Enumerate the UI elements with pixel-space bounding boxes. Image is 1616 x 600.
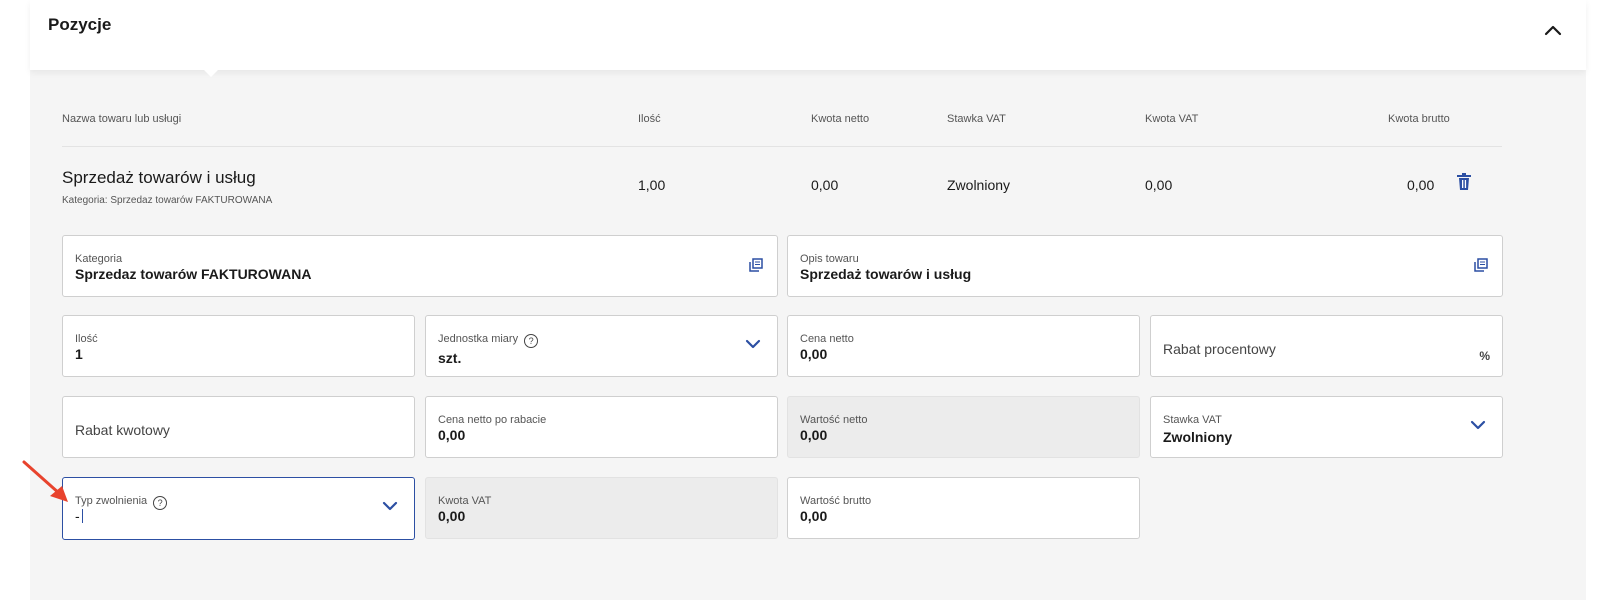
quantity-label: Ilość: [75, 333, 98, 345]
red-arrow-icon: [22, 460, 68, 502]
net-price-label: Cena netto: [800, 333, 854, 345]
item-name: Sprzedaż towarów i usług: [62, 168, 256, 187]
gross-value-value: 0,00: [800, 508, 828, 524]
trash-icon[interactable]: [1457, 173, 1471, 190]
header-qty: Ilość: [638, 113, 661, 125]
info-icon[interactable]: ?: [153, 496, 168, 510]
item-vat-rate: Zwolniony: [947, 177, 1011, 193]
net-value-value: 0,00: [800, 427, 828, 443]
quantity-value: 1: [75, 346, 83, 362]
text-caret: [81, 509, 83, 523]
exemption-type-select[interactable]: Typ zwolnienia? -: [62, 477, 415, 540]
percent-discount-field[interactable]: Rabat procentowy %: [1150, 315, 1503, 377]
quantity-field[interactable]: Ilość 1: [62, 315, 415, 377]
item-category: Kategoria: Sprzedaz towarów FAKTUROWANA: [62, 195, 273, 206]
item-net: 0,00: [811, 177, 839, 193]
header-gross: Kwota brutto: [1388, 113, 1450, 125]
net-after-discount-label: Cena netto po rabacie: [438, 414, 547, 426]
description-field[interactable]: Opis towaru Sprzedaż towarów i usług: [787, 235, 1503, 297]
net-value-label: Wartość netto: [800, 414, 868, 426]
chevron-down-icon[interactable]: [745, 339, 761, 350]
net-after-discount-field[interactable]: Cena netto po rabacie 0,00: [425, 396, 778, 458]
header-name: Nazwa towaru lub usługi: [62, 113, 182, 125]
net-value-field: Wartość netto 0,00: [787, 396, 1140, 458]
vat-amount-field: Kwota VAT 0,00: [425, 477, 778, 539]
header-vat-rate: Stawka VAT: [947, 113, 1006, 125]
divider: [62, 146, 1502, 147]
vat-rate-select[interactable]: Stawka VAT Zwolniony: [1150, 396, 1503, 458]
vat-amount-label: Kwota VAT: [438, 495, 492, 507]
vat-rate-label: Stawka VAT: [1163, 414, 1222, 426]
unit-label: Jednostka miary: [438, 333, 519, 345]
gross-value-field[interactable]: Wartość brutto 0,00: [787, 477, 1140, 539]
description-label: Opis towaru: [800, 253, 859, 265]
unit-select[interactable]: Jednostka miary? szt.: [425, 315, 778, 377]
vat-rate-value: Zwolniony: [1163, 429, 1233, 445]
percent-suffix: %: [1479, 349, 1490, 363]
category-label: Kategoria: [75, 253, 123, 265]
chevron-down-icon[interactable]: [382, 501, 398, 512]
copy-icon[interactable]: [1474, 258, 1488, 272]
copy-icon[interactable]: [749, 258, 763, 272]
category-value: Sprzedaz towarów FAKTUROWANA: [75, 266, 312, 282]
header-net: Kwota netto: [811, 113, 870, 125]
amount-discount-field[interactable]: Rabat kwotowy: [62, 396, 415, 458]
chevron-down-icon[interactable]: [1470, 420, 1486, 431]
info-icon[interactable]: ?: [524, 334, 539, 348]
section-title: Pozycje: [48, 15, 112, 34]
header-vat-amount: Kwota VAT: [1145, 113, 1199, 125]
net-after-discount-value: 0,00: [438, 427, 466, 443]
net-price-value: 0,00: [800, 346, 828, 362]
item-qty: 1,00: [638, 177, 666, 193]
exemption-type-label: Typ zwolnienia: [75, 495, 148, 507]
item-vat-amount: 0,00: [1145, 177, 1173, 193]
header-pointer: [198, 64, 224, 77]
section-header[interactable]: Pozycje: [30, 0, 1586, 70]
exemption-type-value: -: [75, 508, 80, 524]
item-gross: 0,00: [1407, 177, 1435, 193]
unit-value: szt.: [438, 350, 462, 366]
chevron-up-icon[interactable]: [1542, 22, 1564, 38]
description-value: Sprzedaż towarów i usług: [800, 266, 972, 282]
percent-discount-placeholder: Rabat procentowy: [1163, 341, 1276, 357]
gross-value-label: Wartość brutto: [800, 495, 872, 507]
amount-discount-placeholder: Rabat kwotowy: [75, 422, 170, 438]
category-field[interactable]: Kategoria Sprzedaz towarów FAKTUROWANA: [62, 235, 778, 297]
net-price-field[interactable]: Cena netto 0,00: [787, 315, 1140, 377]
vat-amount-value: 0,00: [438, 508, 466, 524]
